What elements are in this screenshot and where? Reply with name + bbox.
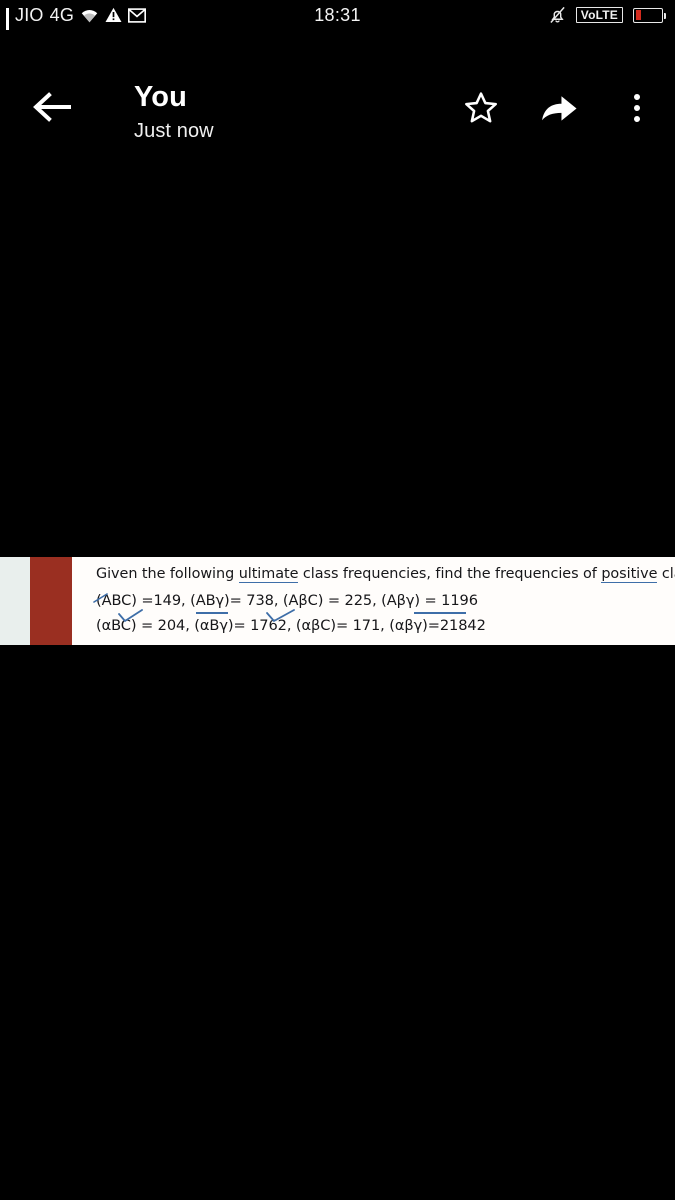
doc-line1-part-a: Given the following (96, 566, 239, 582)
app-bar: You Just now (0, 30, 675, 142)
image-left-margin-strip (0, 557, 30, 645)
document-line-1: Given the following ultimate class frequ… (96, 565, 675, 583)
page-title: You (134, 81, 187, 113)
message-body-background (0, 645, 675, 1200)
shared-image-attachment[interactable]: Given the following ultimate class frequ… (0, 557, 675, 645)
volte-badge: VoLTE (575, 6, 623, 24)
doc-line1-underlined-ultimate: ultimate (238, 566, 299, 583)
doc-line1-part-b: class frequencies, find the frequencies … (298, 566, 602, 582)
bell-muted-icon (549, 6, 566, 24)
star-button[interactable] (461, 88, 501, 128)
image-accent-band (30, 557, 72, 645)
more-vertical-icon (634, 94, 640, 122)
app-bar-actions (461, 88, 657, 128)
page-subtitle: Just now (134, 120, 214, 142)
share-button[interactable] (539, 88, 579, 128)
star-icon (462, 90, 500, 126)
phone-screen: JIO 4G 18:31 VoLTE You Just now Given th… (0, 0, 675, 1200)
more-options-button[interactable] (617, 88, 657, 128)
document-line-3: (αBC) = 204, (αBγ)= 1762, (αβC)= 171, (α… (96, 617, 486, 634)
title-block: You Just now (134, 80, 214, 144)
status-bar-right-group: VoLTE (549, 0, 666, 30)
document-text-area: Given the following ultimate class frequ… (72, 557, 675, 645)
share-icon (539, 91, 579, 125)
status-bar: JIO 4G 18:31 VoLTE (0, 0, 675, 39)
back-button[interactable] (30, 92, 76, 122)
document-line-2: (ABC) =149, (ABγ)= 738, (AβC) = 225, (Aβ… (96, 592, 478, 609)
arrow-left-icon (32, 92, 74, 122)
doc-line1-underlined-positive: positive (601, 566, 658, 583)
doc-line1-part-c: class. (661, 566, 675, 582)
status-bar-clock: 18:31 (314, 4, 361, 25)
battery-low-icon (633, 7, 666, 23)
